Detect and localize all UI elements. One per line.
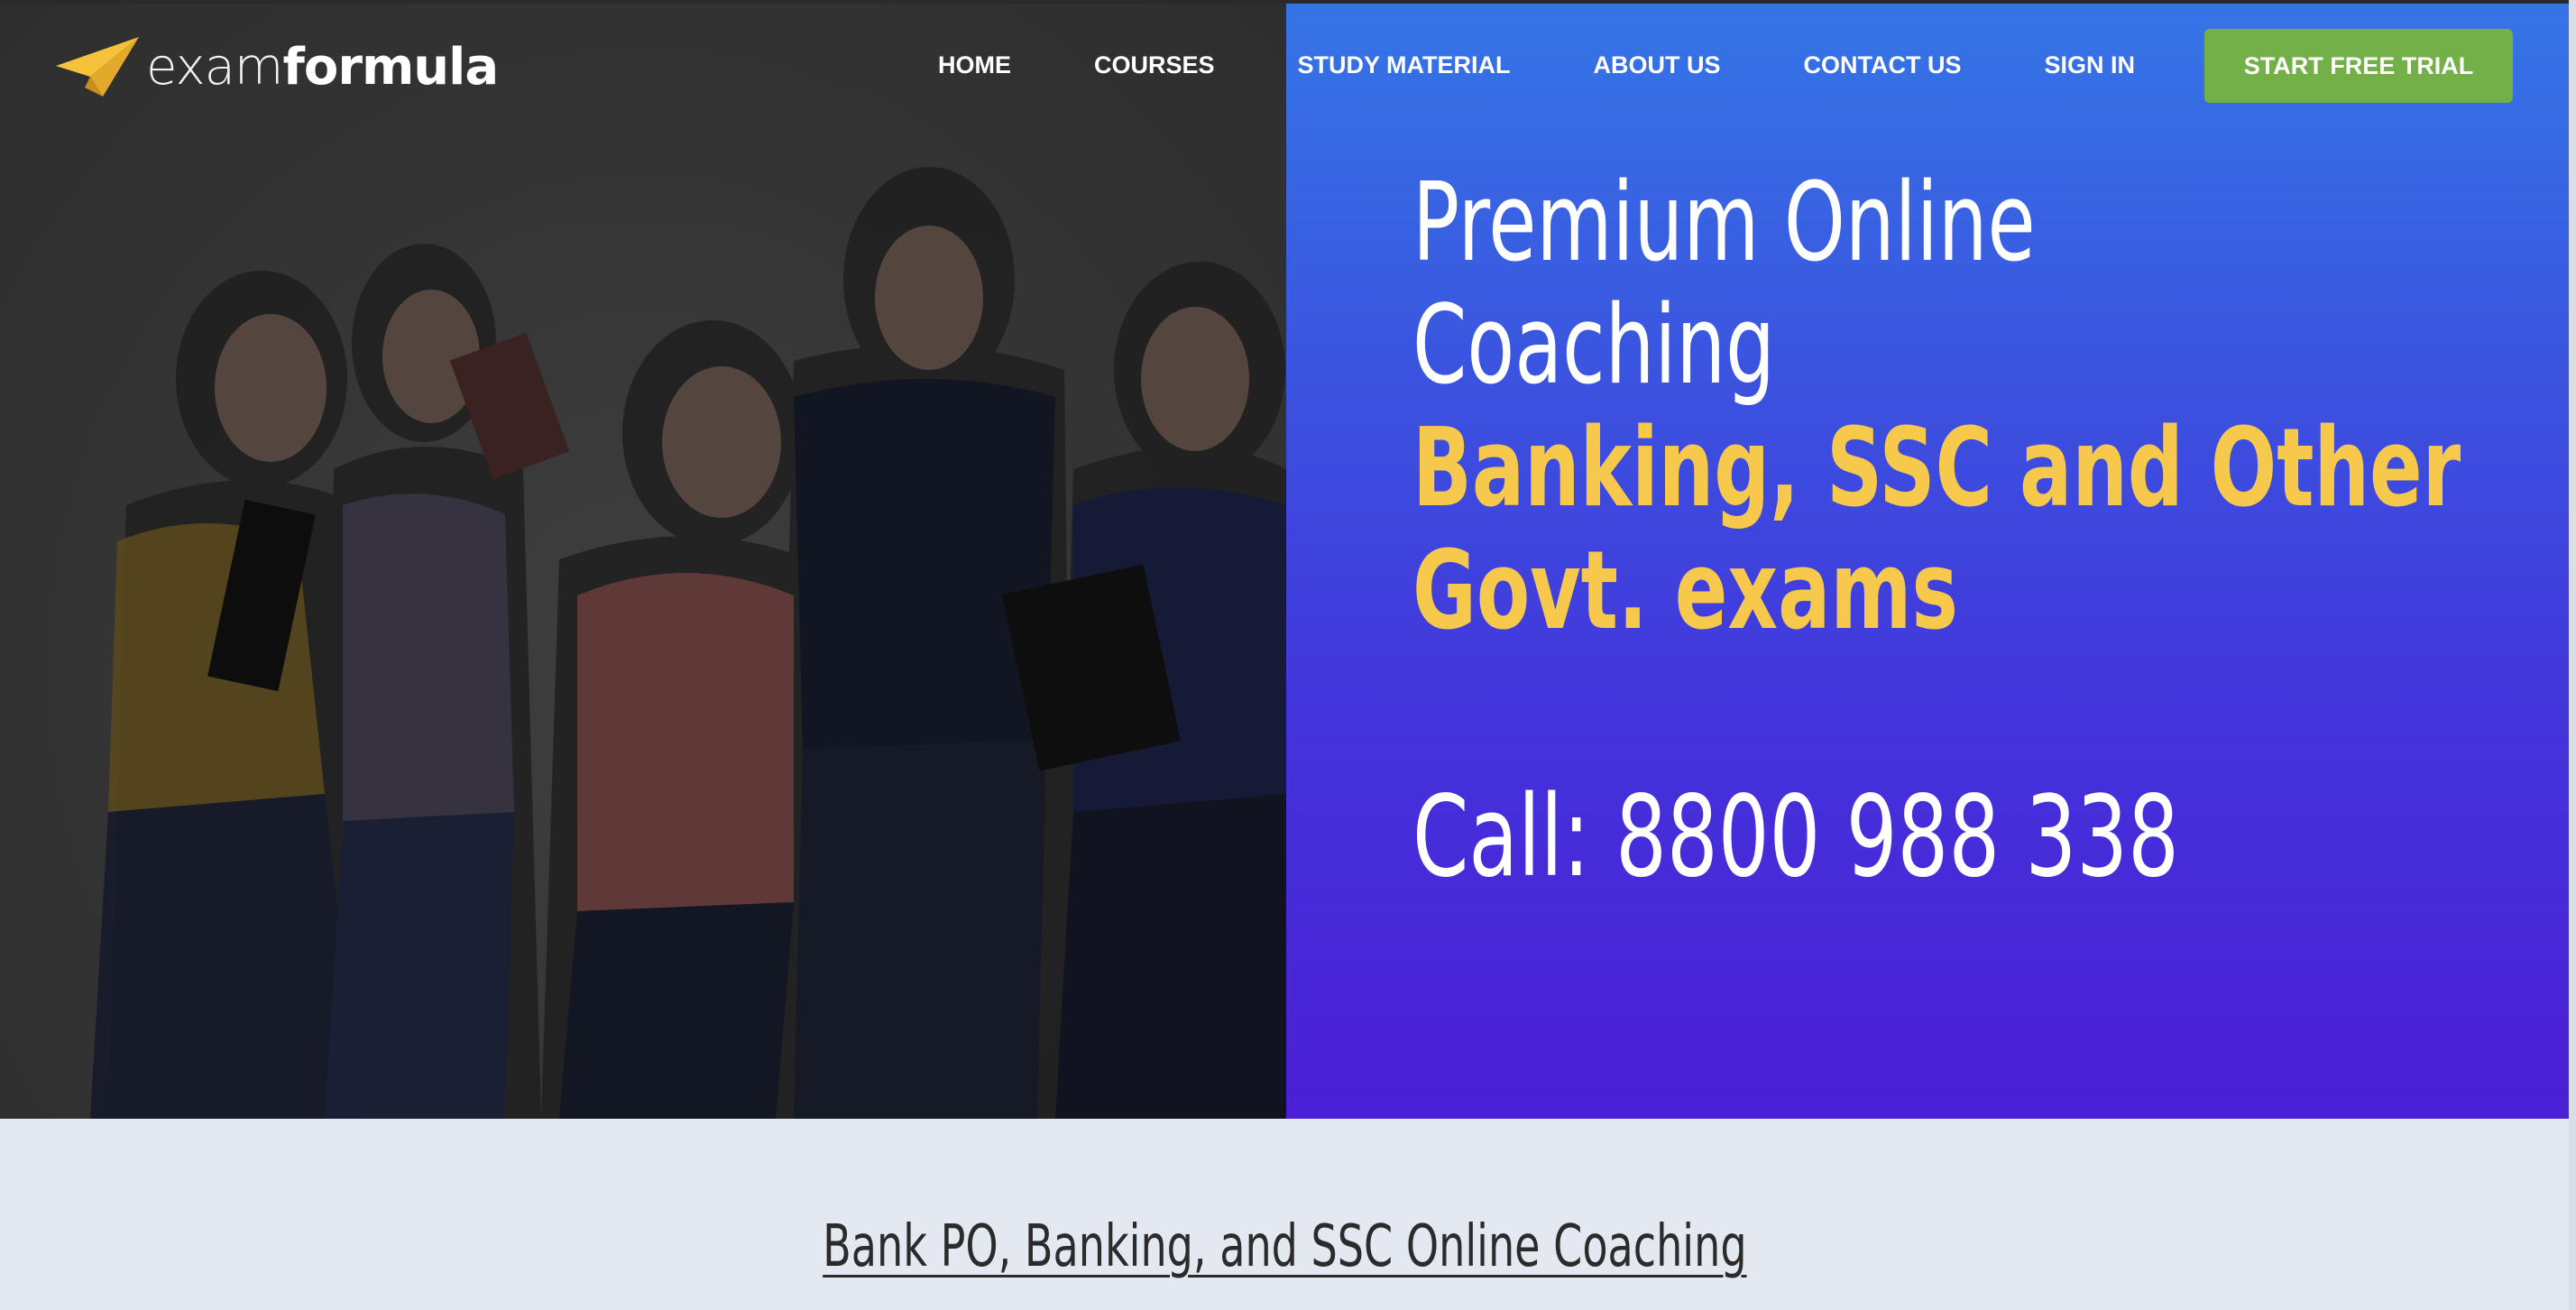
paper-plane-icon (56, 37, 139, 97)
hero-line-2: Coaching (1412, 283, 1776, 409)
scrollbar-gutter (2569, 0, 2576, 1310)
hero-line-1: Premium Online (1412, 161, 2036, 286)
section-title-link[interactable]: Bank PO, Banking, and SSC Online Coachin… (823, 1213, 1746, 1280)
nav-about-us[interactable]: ABOUT US (1594, 51, 1721, 79)
nav-home[interactable]: HOME (938, 51, 1011, 79)
hero-highlight-1: Banking, SSC and Other (1412, 406, 2461, 531)
section-heading: Bank PO, Banking, and SSC Online Coachin… (0, 1213, 2569, 1280)
hero-phone: Call: 8800 988 338 (1412, 772, 2179, 902)
nav-sign-in[interactable]: SIGN IN (2045, 51, 2136, 79)
page: examformula HOME COURSES STUDY MATERIAL … (0, 0, 2576, 1310)
brand-name-light: exam (146, 37, 283, 97)
hero-headline: Premium Online Coaching Banking, SSC and… (1412, 162, 2495, 653)
brand-logo[interactable]: examformula (54, 31, 499, 103)
nav-contact-us[interactable]: CONTACT US (1804, 51, 1962, 79)
hero-highlight-2: Govt. exams (1412, 529, 1958, 654)
hero-students-photo (0, 0, 1286, 1119)
nav-courses[interactable]: COURSES (1094, 51, 1215, 79)
start-free-trial-button[interactable]: START FREE TRIAL (2204, 29, 2513, 103)
brand-name: examformula (146, 37, 499, 97)
hero-section: examformula HOME COURSES STUDY MATERIAL … (0, 0, 2569, 1119)
students-group-image (90, 167, 1286, 1119)
top-border (0, 0, 2569, 4)
main-nav: HOME COURSES STUDY MATERIAL ABOUT US CON… (938, 36, 2135, 94)
nav-study-material[interactable]: STUDY MATERIAL (1298, 51, 1511, 79)
brand-name-bold: formula (282, 37, 499, 97)
